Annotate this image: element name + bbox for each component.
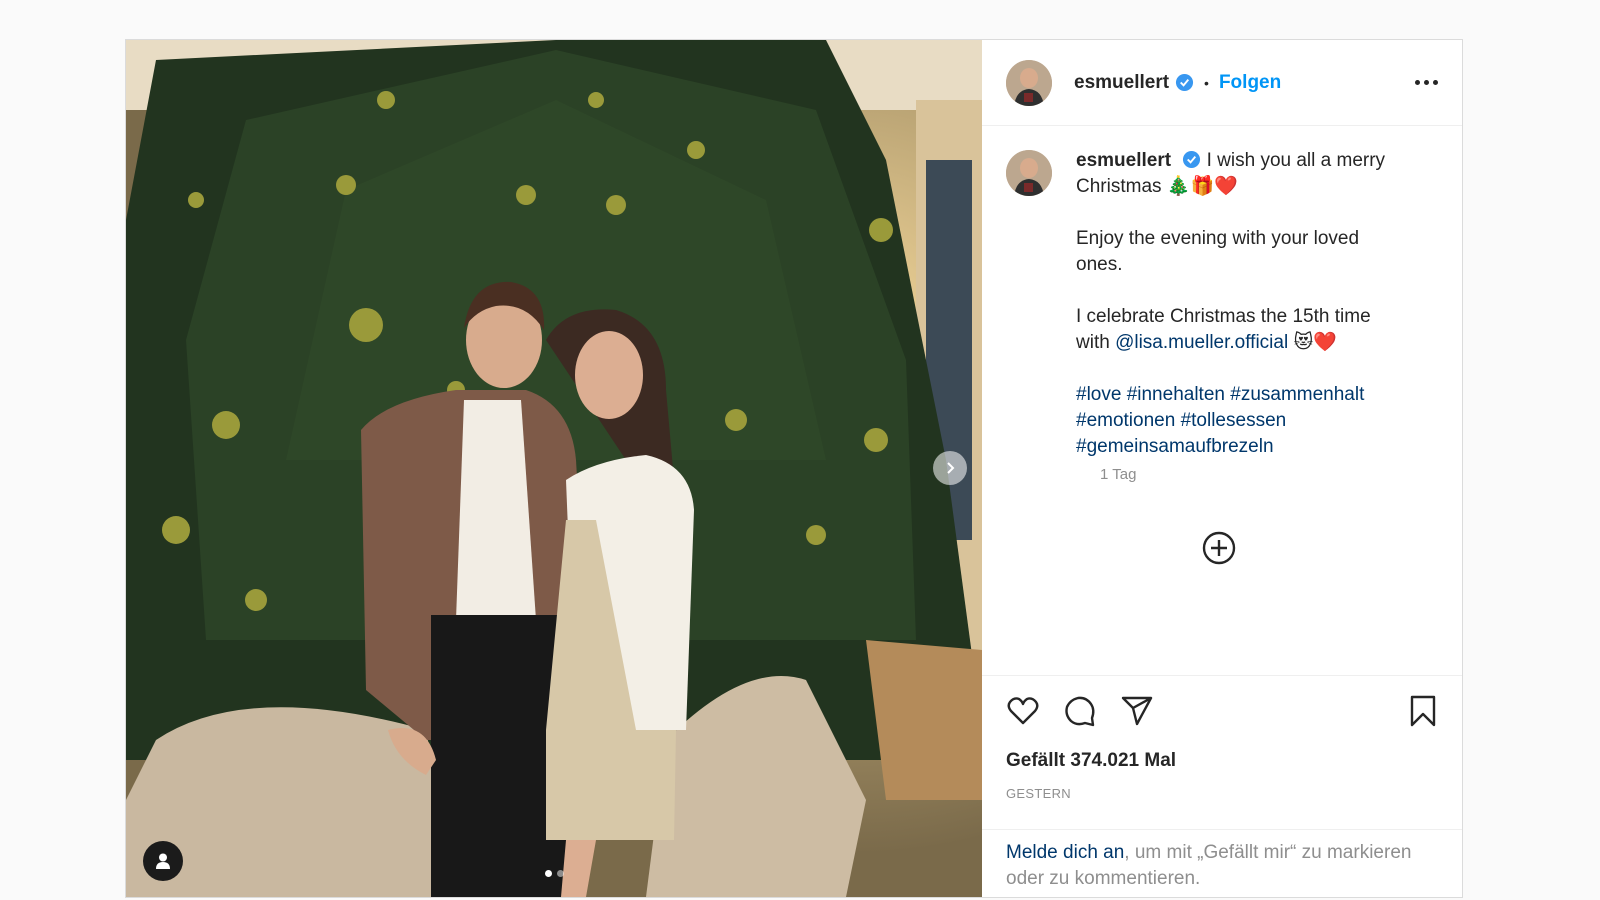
post-image[interactable] [126,40,982,897]
caption-avatar[interactable] [1006,150,1052,196]
caption: esmuellert I wish you all a merry Christ… [1006,148,1438,486]
avatar-image [1006,150,1052,196]
carousel-dot-2 [556,870,564,877]
login-prompt: Melde dich an, um mit „Gefällt mir“ zu m… [982,829,1462,897]
hashtags: #love #innehalten #zusammenhalt #emotion… [1076,382,1396,460]
bookmark-icon[interactable] [1408,694,1438,728]
action-icons [1006,694,1438,728]
carousel-dot-1 [544,870,552,877]
hashtag-link[interactable]: #innehalten [1127,384,1225,405]
hashtag-link[interactable]: #emotionen [1076,410,1175,431]
hashtag-link[interactable]: #tollesessen [1181,410,1287,431]
caption-emoji-1: 🎄🎁❤️ [1166,176,1238,197]
post-sidebar: esmuellert • Folgen esmuellert I wish yo… [982,40,1462,897]
likes-count[interactable]: Gefällt 374.021 Mal [1006,750,1438,772]
more-options-icon[interactable] [1415,80,1438,85]
login-link[interactable]: Melde dich an [1006,842,1124,863]
post-header: esmuellert • Folgen [982,40,1462,126]
verified-badge-icon [1175,73,1194,92]
verified-badge-icon [1183,150,1201,169]
hashtag-link[interactable]: #zusammenhalt [1230,384,1364,405]
post-actions: Gefällt 374.021 Mal GESTERN [982,675,1462,829]
comment-icon[interactable] [1063,694,1097,728]
caption-username[interactable]: esmuellert [1076,150,1171,171]
post-date[interactable]: GESTERN [1006,786,1438,801]
hashtag-link[interactable]: #gemeinsamaufbrezeln [1076,436,1274,457]
caption-area: esmuellert I wish you all a merry Christ… [982,126,1462,675]
add-circle-icon[interactable] [1202,531,1236,570]
user-tag-icon [156,853,170,869]
chevron-right-icon [947,462,955,474]
mention-link[interactable]: @lisa.mueller.official [1115,332,1288,353]
paper-plane-icon[interactable] [1120,694,1154,728]
follow-button[interactable]: Folgen [1219,72,1281,94]
carousel-indicator [126,870,982,877]
instagram-post: esmuellert • Folgen esmuellert I wish yo… [125,39,1463,898]
avatar[interactable] [1006,59,1052,106]
header-separator: • [1204,74,1209,91]
avatar-image [1006,59,1052,106]
carousel-next-button[interactable] [933,451,967,485]
heart-icon[interactable] [1006,694,1040,728]
hashtag-link[interactable]: #love [1076,384,1121,405]
caption-paragraph-2: Enjoy the evening with your loved ones. [1076,228,1360,275]
header-username[interactable]: esmuellert [1074,72,1169,94]
caption-emoji-2: 😻❤️ [1293,332,1337,353]
caption-text: esmuellert I wish you all a merry Christ… [1076,148,1396,486]
photo-christmas-couple [126,40,982,897]
